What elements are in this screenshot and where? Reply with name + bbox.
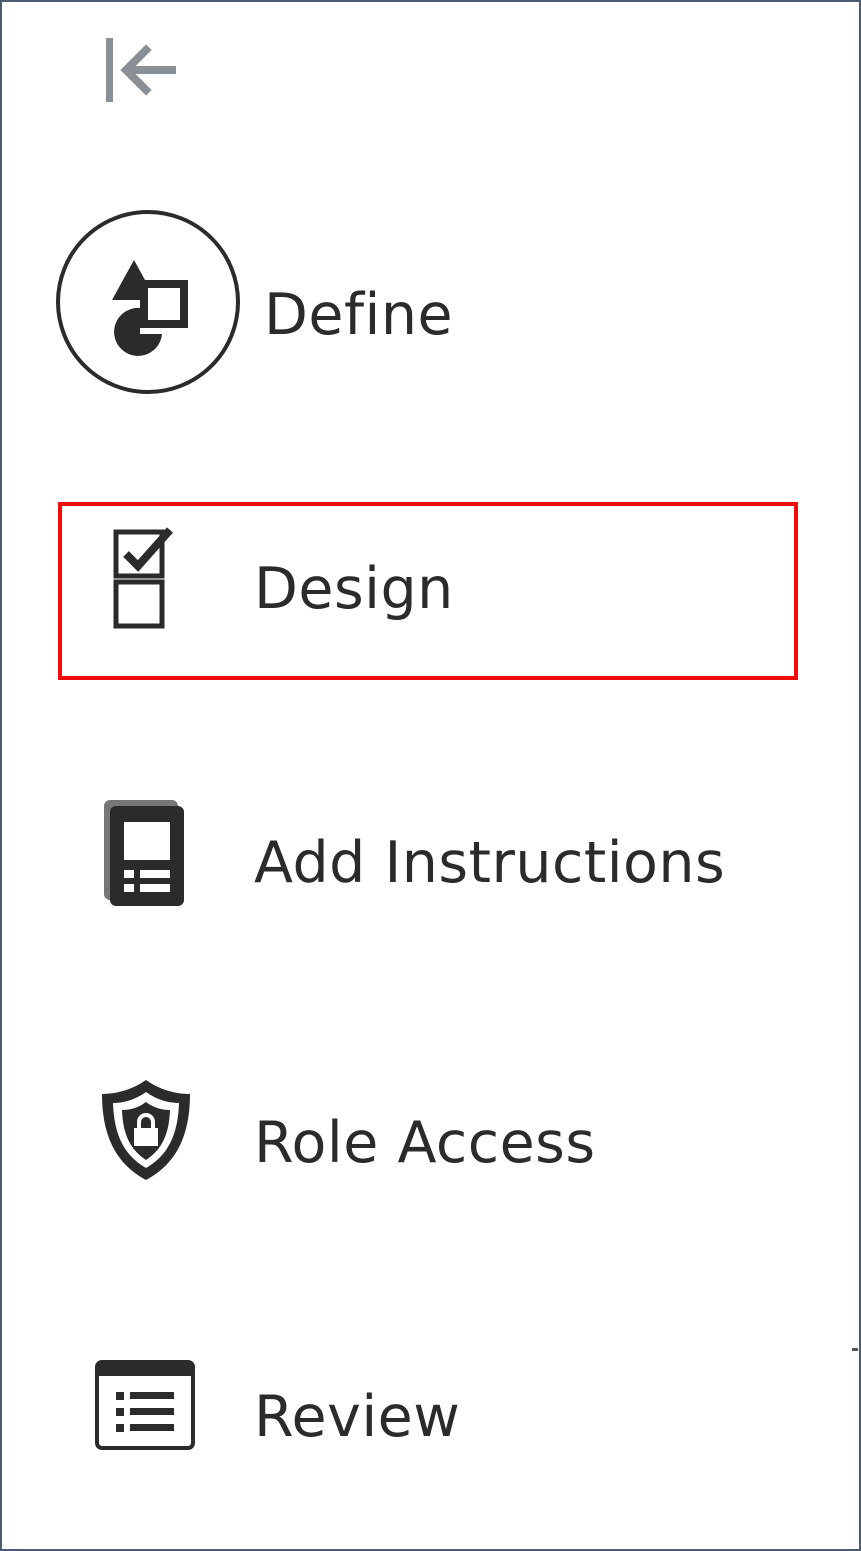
side-navigation-panel: Define Design Add Instructions Role Acce… xyxy=(0,0,861,1551)
shapes-icon xyxy=(54,208,242,396)
shield-lock-icon xyxy=(98,1076,194,1184)
instructions-icon xyxy=(100,798,190,908)
collapse-panel-button[interactable] xyxy=(100,34,182,106)
nav-item-role-access[interactable]: Role Access xyxy=(58,1072,796,1192)
nav-item-label-review: Review xyxy=(254,1384,461,1450)
nav-item-design[interactable]: Design xyxy=(58,502,798,680)
nav-item-label-define: Define xyxy=(264,282,454,348)
panel-edge-mark xyxy=(852,1348,858,1351)
nav-item-label-role-access: Role Access xyxy=(254,1110,596,1176)
collapse-left-icon xyxy=(100,34,182,106)
review-list-icon xyxy=(94,1358,196,1454)
checklist-icon xyxy=(112,526,178,632)
nav-item-label-design: Design xyxy=(254,556,454,622)
nav-item-define[interactable]: Define xyxy=(56,206,796,398)
nav-item-label-add-instructions: Add Instructions xyxy=(254,830,726,896)
nav-item-add-instructions[interactable]: Add Instructions xyxy=(58,792,796,912)
nav-item-review[interactable]: Review xyxy=(58,1352,796,1472)
